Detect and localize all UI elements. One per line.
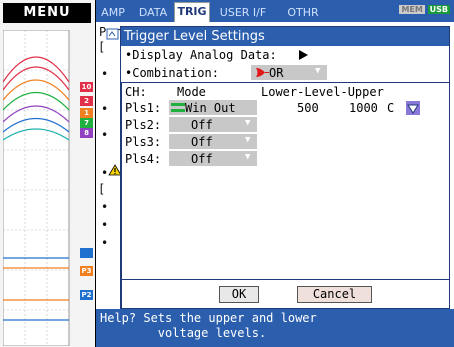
row-channel: Pls4: <box>125 152 162 166</box>
lower-level-value[interactable]: 500 <box>297 101 319 115</box>
row-channel: Pls2: <box>125 118 162 132</box>
tab-othr[interactable]: OTHR <box>282 4 324 22</box>
channel-tag[interactable]: 8 <box>80 128 93 138</box>
mode-value: Off <box>191 152 213 166</box>
mode-select[interactable]: Win Out <box>169 100 257 115</box>
bg-text: • <box>101 102 109 116</box>
channel-tag[interactable]: P2 <box>80 290 93 300</box>
bg-text: • <box>101 200 109 214</box>
bg-text: • <box>101 218 109 232</box>
upper-level-value[interactable]: 1000 <box>349 101 378 115</box>
dropdown-arrow-icon: ▼ <box>315 66 321 76</box>
display-analog-label: •Display Analog Data: <box>125 48 277 62</box>
usb-badge: USB <box>427 5 450 14</box>
window-out-icon <box>171 103 185 112</box>
page-icon <box>106 28 119 40</box>
dropdown-arrow-icon: ▼ <box>245 135 251 145</box>
mode-select[interactable]: Off ▼ <box>169 151 257 166</box>
mem-badge: MEM <box>399 5 425 14</box>
dialog-title: Trigger Level Settings <box>121 27 449 46</box>
column-mode: Mode <box>177 85 206 99</box>
cancel-button[interactable]: Cancel <box>297 286 372 303</box>
mode-select[interactable]: Off ▼ <box>169 117 257 132</box>
tab-data[interactable]: DATA <box>134 4 172 22</box>
channel-tag[interactable]: 10 <box>80 82 93 92</box>
dropdown-arrow-icon: ▼ <box>245 152 251 162</box>
channel-tag[interactable]: 1 <box>80 108 93 118</box>
level-adjust-button[interactable] <box>406 101 420 115</box>
channel-tag[interactable]: 2 <box>80 96 93 106</box>
mode-value: Off <box>191 135 213 149</box>
bg-text: [ <box>98 182 106 196</box>
help-bar: Help? Sets the upper and lower voltage l… <box>96 309 454 347</box>
bg-text: • <box>101 236 109 250</box>
mode-value: Off <box>191 118 213 132</box>
tab-trig[interactable]: TRIG <box>174 2 210 22</box>
divider <box>121 82 449 83</box>
status-indicators: MEM USB <box>399 4 450 16</box>
bg-text: • <box>101 67 109 81</box>
triangle-down-icon <box>407 104 419 114</box>
row-channel: Pls3: <box>125 135 162 149</box>
divider <box>121 279 449 280</box>
channel-tag[interactable]: P3 <box>80 266 93 276</box>
display-analog-toggle[interactable] <box>299 50 308 60</box>
bg-text: • <box>101 128 109 142</box>
bg-text: [ <box>98 40 106 54</box>
menu-button[interactable]: MENU <box>3 3 91 23</box>
divider <box>121 82 122 310</box>
column-levels: Lower-Level-Upper <box>261 85 384 99</box>
unit-label: C <box>387 101 395 115</box>
tab-bar: AMP DATA TRIG USER I/F OTHR MEM USB <box>96 0 454 22</box>
mode-value: Win Out <box>185 101 236 115</box>
mode-select[interactable]: Off ▼ <box>169 134 257 149</box>
combination-value: OR <box>269 66 284 80</box>
dropdown-arrow-icon: ▼ <box>245 118 251 128</box>
ok-button[interactable]: OK <box>219 286 259 303</box>
column-ch: CH: <box>125 85 147 99</box>
combination-label: •Combination: <box>125 66 219 80</box>
combination-select[interactable]: OR ▼ <box>251 65 327 80</box>
tab-user-if[interactable]: USER I/F <box>212 4 274 22</box>
or-gate-icon <box>256 68 269 77</box>
channel-tag[interactable] <box>80 248 93 258</box>
trigger-level-dialog: Trigger Level Settings •Display Analog D… <box>120 26 450 310</box>
row-channel: Pls1: <box>125 101 162 115</box>
waveform-panel: MENU 10 2 1 7 8 P3 P2 <box>0 0 95 347</box>
channel-tag[interactable]: 7 <box>80 118 93 128</box>
tab-amp[interactable]: AMP <box>98 4 128 22</box>
